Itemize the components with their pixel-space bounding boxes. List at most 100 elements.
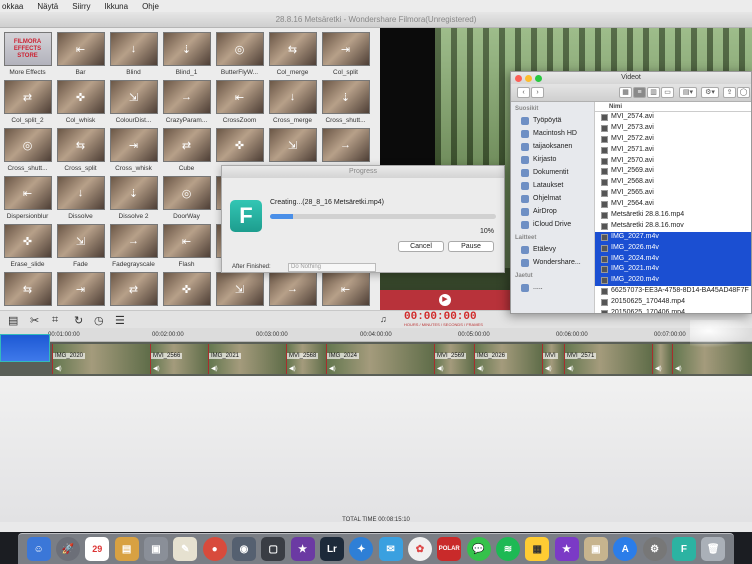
file-row[interactable]: Metsäretki 28.8.16.mp4 [595,210,751,221]
transition-item[interactable]: ↓ Blind [108,32,159,80]
transition-item[interactable]: ⇥ Col_split [320,32,371,80]
transition-item[interactable]: ↓ Cross_merge [267,80,318,128]
timeline-clip[interactable]: IMG_2021 ◀) [208,344,286,374]
timeline-clip[interactable]: MVI_2568 ◀) [286,344,326,374]
appstore-dock-icon[interactable]: A [613,537,638,561]
pause-button[interactable]: Pause [448,241,494,252]
file-row[interactable]: MVI_2571.avi [595,145,751,156]
back-icon[interactable]: ‹ [517,87,530,98]
column-view-icon[interactable]: ▥ [647,87,660,98]
file-row[interactable]: MVI_2572.avi [595,134,751,145]
file-row[interactable]: IMG_2021.m4v [595,264,751,276]
transition-item[interactable]: ⇄ [108,272,159,310]
safari-dock-icon[interactable]: ✦ [349,537,374,561]
file-row[interactable]: MVI_2568.avi [595,177,751,188]
file-row[interactable]: 20150625_170406.mp4 [595,308,751,313]
preview-dock-icon[interactable]: ▣ [143,537,168,561]
menu-item-ohje[interactable]: Ohje [142,2,159,11]
sticky-dock-icon[interactable]: ▦ [525,537,550,561]
photos-dock-icon[interactable]: ✿ [407,537,432,561]
zoom-icon[interactable] [535,75,542,82]
file-row[interactable]: MVI_2574.avi [595,112,751,123]
mail-dock-icon[interactable]: ✉ [378,537,403,561]
timeline-clip[interactable]: MVI_2569 ◀) [434,344,474,374]
menu-item-siirry[interactable]: Siirry [72,2,90,11]
transition-item[interactable]: → CrazyParam... [161,80,212,128]
calendar-dock-icon[interactable]: 29 [85,537,110,561]
file-row[interactable]: MVI_2570.avi [595,156,751,167]
transition-item[interactable]: ⇆ Col_merge [267,32,318,80]
transition-item[interactable]: ◎ Cross_shutt... [2,128,53,176]
lightroom-dock-icon[interactable]: Lr [319,537,344,561]
file-row[interactable]: MVI_2573.avi [595,123,751,134]
split-icon[interactable]: ✂ [30,314,39,327]
cancel-button[interactable]: Cancel [398,241,444,252]
launchpad-dock-icon[interactable]: 🚀 [55,537,80,561]
sidebar-item[interactable]: Dokumentit [511,166,594,179]
menu-item-toiminnot[interactable]: okkaa [2,2,23,11]
transition-item[interactable]: ⇣ Dissolve 2 [108,176,159,224]
share-icon[interactable]: ⇪ [723,87,736,98]
photobooth-dock-icon[interactable]: ● [202,537,227,561]
timeline-clip[interactable]: ◀) [672,344,752,374]
timeline-ruler[interactable]: 00:01:00:00 00:02:00:00 00:03:00:00 00:0… [0,328,752,342]
transition-item[interactable]: ⇲ [214,272,265,310]
menu-item-nayta[interactable]: Näytä [37,2,58,11]
menu-item-ikkuna[interactable]: Ikkuna [104,2,128,11]
sidebar-item[interactable]: ..... [511,281,594,294]
cover-flow-icon[interactable]: ▭ [661,87,674,98]
icon-view-icon[interactable]: ▦ [619,87,632,98]
audio-icon[interactable]: ♫ [380,314,387,324]
file-row[interactable]: IMG_2020.m4v [595,275,751,287]
transition-item[interactable]: ⇆ Cross_split [55,128,106,176]
imovie-dock-icon[interactable]: ★ [290,537,315,561]
timeline-clip[interactable]: IMG_2020 ◀) [52,344,150,374]
timeline-clip[interactable]: MVI_2566 ◀) [150,344,208,374]
transition-item[interactable]: → Fadegrayscale [108,224,159,272]
transition-item[interactable]: → [267,272,318,310]
timeline-clip[interactable]: MVI_2571 ◀) [564,344,652,374]
transition-item[interactable]: FILMORA EFFECTS STORE More Effects [2,32,53,80]
notes-dock-icon[interactable]: ▤ [114,537,139,561]
spotify-dock-icon[interactable]: ≋ [495,537,520,561]
transition-item[interactable]: ⇲ Fade [55,224,106,272]
transition-item[interactable]: ✜ Erase_slide [2,224,53,272]
transition-item[interactable]: ◎ DoorWay [161,176,212,224]
tag-icon[interactable]: ◯ [737,87,750,98]
sidebar-item[interactable]: taijaoksanen [511,140,594,153]
transition-item[interactable]: ⇤ Dispersionblur [2,176,53,224]
rotate-icon[interactable]: ↻ [74,314,83,327]
speed-icon[interactable]: ◷ [94,314,104,327]
delete-icon[interactable]: ▤ [8,314,18,327]
file-row[interactable]: MVI_2564.avi [595,199,751,210]
transition-item[interactable]: ⇣ Blind_1 [161,32,212,80]
messages-dock-icon[interactable]: 💬 [466,537,491,561]
transition-item[interactable]: ⇤ Bar [55,32,106,80]
file-row[interactable]: Metsäretki 28.8.16.mov [595,221,751,232]
transition-item[interactable]: ⇣ Cross_shutt... [320,80,371,128]
after-finished-select[interactable]: Do Nothing [288,263,376,272]
minimize-icon[interactable] [525,75,532,82]
timeline-clip[interactable]: IMG_2026 ◀) [474,344,542,374]
transition-item[interactable]: ◎ ButterFlyW... [214,32,265,80]
finder-dock-icon[interactable]: ☺ [26,537,51,561]
sidebar-item[interactable]: Macintosh HD [511,127,594,140]
screenshot-dock-icon[interactable]: ▢ [261,537,286,561]
transition-item[interactable]: ⇄ Col_split_2 [2,80,53,128]
sidebar-item[interactable]: Lataukset [511,179,594,192]
transition-item[interactable]: ⇆ [2,272,53,310]
list-view-icon[interactable]: ≡ [633,87,646,98]
file-row[interactable]: MVI_2569.avi [595,166,751,177]
forward-icon[interactable]: › [531,87,544,98]
sidebar-item[interactable]: Työpöytä [511,114,594,127]
play-button[interactable]: ▶ [439,294,451,306]
system-preferences-dock-icon[interactable]: ⚙ [642,537,667,561]
close-icon[interactable] [515,75,522,82]
sidebar-item[interactable]: iCloud Drive [511,218,594,231]
file-row[interactable]: 20150625_170448.mp4 [595,297,751,308]
timeline-clip[interactable]: IMG_2024 ◀) [326,344,434,374]
sidebar-item[interactable]: Wondershare... [511,256,594,269]
transition-item[interactable]: ⇤ Flash [161,224,212,272]
sidebar-item[interactable]: Ohjelmat [511,192,594,205]
polar-dock-icon[interactable]: POLAR [437,537,462,561]
